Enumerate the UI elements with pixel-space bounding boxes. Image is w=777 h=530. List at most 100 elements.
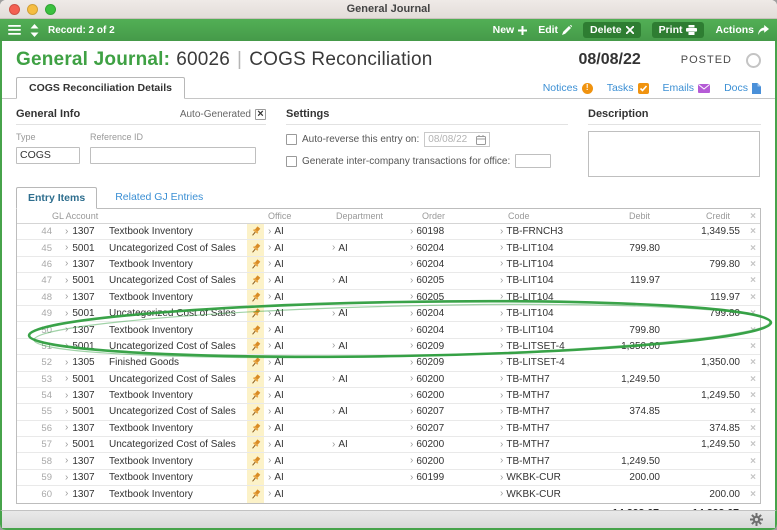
new-button[interactable]: New (493, 24, 528, 36)
pin-cell[interactable] (247, 256, 264, 273)
auto-reverse-date-field[interactable]: 08/08/22 (424, 132, 491, 147)
debit-cell[interactable]: 1,249.50 (592, 456, 664, 467)
office-cell[interactable]: › AI (264, 243, 328, 254)
menu-icon[interactable] (8, 25, 21, 35)
order-cell[interactable]: › 60204 (406, 243, 496, 254)
credit-cell[interactable]: 799.80 (664, 308, 744, 319)
minimize-button[interactable] (27, 4, 38, 15)
department-cell[interactable]: › AI (328, 406, 406, 417)
pin-cell[interactable] (247, 486, 264, 503)
department-cell[interactable]: › (328, 227, 406, 237)
gl-account-cell[interactable]: › 1307 (59, 390, 107, 401)
settings-gear-icon[interactable] (750, 513, 763, 526)
gl-account-cell[interactable]: › 1307 (59, 226, 107, 237)
delete-row-icon[interactable]: × (744, 390, 762, 401)
code-cell[interactable]: › TB-MTH7 (496, 423, 592, 434)
description-field[interactable] (588, 131, 760, 177)
order-cell[interactable]: › 60200 (406, 439, 496, 450)
credit-cell[interactable]: 200.00 (664, 489, 744, 500)
credit-cell[interactable]: 1,249.50 (664, 439, 744, 450)
office-cell[interactable]: › AI (264, 275, 328, 286)
order-cell[interactable]: › 60204 (406, 308, 496, 319)
code-cell[interactable]: › TB-LIT104 (496, 259, 592, 270)
order-cell[interactable]: › 60200 (406, 374, 496, 385)
code-cell[interactable]: › TB-MTH7 (496, 374, 592, 385)
code-cell[interactable]: › WKBK-CUR (496, 489, 592, 500)
department-cell[interactable]: › AI (328, 341, 406, 352)
notices-link[interactable]: Notices ! (543, 82, 593, 94)
code-cell[interactable]: › TB-MTH7 (496, 406, 592, 417)
delete-row-icon[interactable]: × (744, 259, 762, 270)
gl-account-cell[interactable]: › 5001 (59, 406, 107, 417)
pin-cell[interactable] (247, 338, 264, 355)
debit-cell[interactable]: 1,350.00 (592, 341, 664, 352)
gl-account-cell[interactable]: › 1307 (59, 456, 107, 467)
order-cell[interactable]: › 60207 (406, 423, 496, 434)
gl-account-cell[interactable]: › 1307 (59, 423, 107, 434)
posted-toggle[interactable] (746, 52, 761, 68)
office-cell[interactable]: › AI (264, 423, 328, 434)
delete-row-icon[interactable]: × (744, 308, 762, 319)
close-button[interactable] (9, 4, 20, 15)
delete-row-icon[interactable]: × (744, 341, 762, 352)
debit-cell[interactable]: 799.80 (592, 243, 664, 254)
pin-cell[interactable] (247, 240, 264, 256)
credit-cell[interactable]: 799.80 (664, 259, 744, 270)
debit-cell[interactable]: 799.80 (592, 325, 664, 336)
delete-row-icon[interactable]: × (744, 472, 762, 483)
pin-cell[interactable] (247, 322, 264, 338)
order-cell[interactable]: › 60205 (406, 275, 496, 286)
department-cell[interactable]: › AI (328, 439, 406, 450)
code-cell[interactable]: › TB-LIT104 (496, 243, 592, 254)
tab-cogs-reconciliation-details[interactable]: COGS Reconciliation Details (16, 77, 185, 99)
delete-row-icon[interactable]: × (744, 439, 762, 450)
print-button[interactable]: Print (651, 22, 705, 38)
code-cell[interactable]: › WKBK-CUR (496, 472, 592, 483)
code-cell[interactable]: › TB-FRNCH3 (496, 226, 592, 237)
department-cell[interactable]: › (328, 391, 406, 401)
order-cell[interactable]: › 60200 (406, 456, 496, 467)
gl-account-cell[interactable]: › 5001 (59, 374, 107, 385)
debit-cell[interactable]: 200.00 (592, 472, 664, 483)
department-cell[interactable]: › (328, 325, 406, 335)
zoom-button[interactable] (45, 4, 56, 15)
credit-cell[interactable]: 1,249.50 (664, 390, 744, 401)
code-cell[interactable]: › TB-MTH7 (496, 456, 592, 467)
debit-cell[interactable]: 374.85 (592, 406, 664, 417)
docs-link[interactable]: Docs (724, 82, 761, 94)
office-cell[interactable]: › AI (264, 308, 328, 319)
pin-cell[interactable] (247, 387, 264, 404)
gl-account-cell[interactable]: › 5001 (59, 243, 107, 254)
tab-related-gj-entries[interactable]: Related GJ Entries (115, 191, 203, 208)
credit-cell[interactable]: 119.97 (664, 292, 744, 303)
code-cell[interactable]: › TB-LIT104 (496, 275, 592, 286)
gl-account-cell[interactable]: › 5001 (59, 439, 107, 450)
department-cell[interactable]: › AI (328, 275, 406, 286)
actions-button[interactable]: Actions (715, 24, 769, 36)
department-cell[interactable]: › (328, 259, 406, 269)
delete-row-icon[interactable]: × (744, 226, 762, 237)
code-cell[interactable]: › TB-LITSET-4 (496, 341, 592, 352)
office-cell[interactable]: › AI (264, 259, 328, 270)
gl-account-cell[interactable]: › 1307 (59, 325, 107, 336)
office-cell[interactable]: › AI (264, 456, 328, 467)
pin-cell[interactable] (247, 224, 264, 240)
credit-cell[interactable]: 1,350.00 (664, 357, 744, 368)
department-cell[interactable]: › (328, 456, 406, 466)
reference-id-field[interactable] (90, 146, 256, 164)
delete-row-icon[interactable]: × (744, 406, 762, 417)
code-cell[interactable]: › TB-MTH7 (496, 439, 592, 450)
gl-account-cell[interactable]: › 5001 (59, 308, 107, 319)
delete-row-icon[interactable]: × (744, 292, 762, 303)
code-cell[interactable]: › TB-LIT104 (496, 292, 592, 303)
pin-cell[interactable] (247, 355, 264, 371)
pin-cell[interactable] (247, 273, 264, 289)
pin-cell[interactable] (247, 469, 264, 486)
auto-generated-checkbox[interactable]: × (255, 108, 266, 120)
office-cell[interactable]: › AI (264, 472, 328, 483)
code-cell[interactable]: › TB-LIT104 (496, 308, 592, 319)
department-cell[interactable]: › (328, 292, 406, 302)
pin-cell[interactable] (247, 453, 264, 469)
pin-cell[interactable] (247, 371, 264, 387)
auto-reverse-checkbox[interactable] (286, 134, 297, 145)
